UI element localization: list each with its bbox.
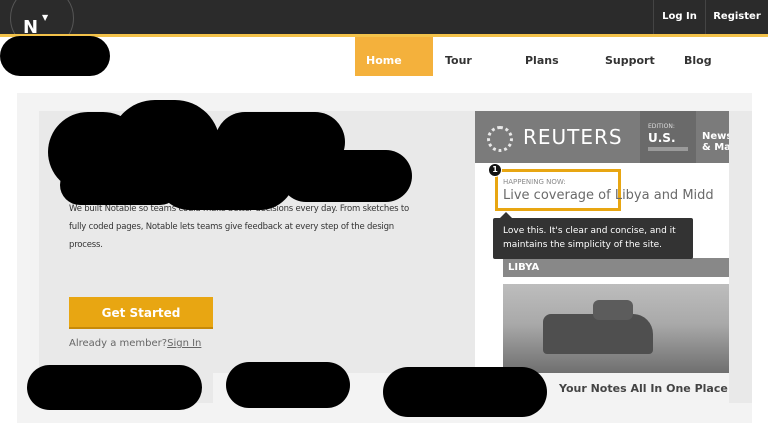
nav-home[interactable]: Home	[355, 37, 433, 76]
annotation-tooltip: Love this. It's clear and concise, and i…	[493, 218, 693, 259]
reuters-logo-icon	[487, 126, 513, 152]
member-prompt: Already a member?Sign In	[69, 338, 201, 349]
reuters-brand: REUTERS	[523, 125, 623, 149]
nav-support[interactable]: Support	[605, 37, 655, 76]
sign-in-link[interactable]: Sign In	[167, 338, 201, 349]
edition-value: U.S.	[648, 131, 676, 145]
edition-dropdown	[648, 147, 688, 151]
section-label: LIBYA	[503, 258, 729, 277]
redaction	[27, 365, 202, 410]
edition-label: EDITION:	[648, 123, 675, 130]
redaction	[0, 36, 110, 76]
edition-selector: EDITION: U.S.	[640, 111, 696, 163]
happening-text: Live coverage of Libya and Midd	[503, 188, 714, 203]
notes-heading: Your Notes All In One Place	[559, 382, 728, 395]
annotation-marker[interactable]: 1	[488, 163, 502, 177]
turret-shape	[593, 300, 633, 320]
redaction	[226, 362, 350, 408]
redaction	[280, 150, 412, 202]
get-started-button[interactable]: Get Started	[69, 297, 213, 329]
chevron-down-icon: ▼	[42, 13, 49, 22]
member-text: Already a member?	[69, 338, 168, 349]
nav-blog[interactable]: Blog	[684, 37, 712, 76]
redaction	[60, 165, 180, 205]
nav-tour[interactable]: Tour	[445, 37, 472, 76]
redaction	[383, 367, 547, 417]
news-photo	[503, 284, 729, 373]
login-link[interactable]: Log In	[653, 0, 705, 34]
register-link[interactable]: Register	[705, 0, 768, 34]
tank-shape	[543, 314, 653, 354]
nav-plans[interactable]: Plans	[525, 37, 559, 76]
news-label: News & Ma	[702, 131, 729, 153]
happening-label: HAPPENING NOW:	[503, 178, 566, 186]
